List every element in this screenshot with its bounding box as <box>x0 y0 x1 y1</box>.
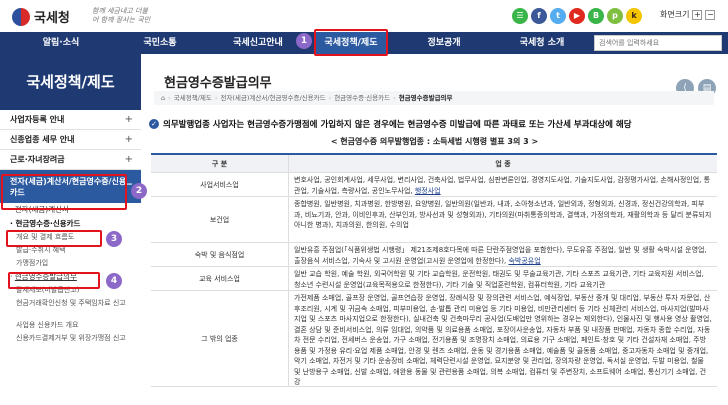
sidebar-item-label: 사업자등록 안내 <box>10 115 65 124</box>
slogan: 함께 세금내고 더불어 함께 잘사는 국민 <box>92 7 151 24</box>
plus-icon: + <box>124 114 133 125</box>
annotation-badge-2: 2 <box>131 183 147 199</box>
annotation-badge-4: 4 <box>106 273 122 289</box>
table-cell-category: 사업서비스업 <box>151 173 289 196</box>
section-heading: ✓ 의무발행업종 사업자는 현금영수증가맹점에 가입하지 않은 경우에는 현금영… <box>149 118 632 130</box>
table-cell-industry: 일반유흥 주점업(「식품위생법 시행령」 제21조제8호다목에 따른 단란주점영… <box>289 243 717 266</box>
breadcrumb-item[interactable]: 국세정책/제도 <box>174 94 212 102</box>
table-row: 보건업 종합병원, 일반병원, 치과병원, 한방병원, 요양병원, 일반의원(일… <box>151 197 717 243</box>
gnb-item-disclosure[interactable]: 정보공개 <box>402 32 486 54</box>
annotation-box-gnb <box>314 29 388 56</box>
industry-table: 구 분 업 종 사업서비스업 변호사업, 공인회계사업, 세무사업, 변리사업,… <box>151 153 717 387</box>
font-plus-button[interactable]: + <box>692 9 703 20</box>
breadcrumb-current: 현금영수증발급의무 <box>398 94 453 102</box>
table-cell-industry: 가전제품 소매업, 골프장 운영업, 골프연습장 운영업, 장례식장 및 장의관… <box>294 294 712 386</box>
gnb-item-about[interactable]: 국세청 소개 <box>498 32 586 54</box>
top-header: 국세청 함께 세금내고 더불어 함께 잘사는 국민 ☰ f t ▶ B p k … <box>0 0 728 32</box>
plus-icon: + <box>124 154 133 165</box>
annotation-box-issuance-duty <box>8 272 100 289</box>
page-title: 현금영수증발급의무 <box>164 76 272 91</box>
sidebar-subsub-merchant[interactable]: 가맹점가입 <box>0 257 141 270</box>
annotation-box-sidebar-active <box>1 174 127 210</box>
sns-links: ☰ f t ▶ B p k <box>512 8 642 24</box>
table-cell-industry: 종합병원, 일반병원, 치과병원, 한방병원, 요양병원, 일반의원(일반과, … <box>294 200 712 229</box>
home-icon[interactable]: ⌂ <box>161 94 165 102</box>
table-caption: < 현금영수증 의무발행업종 : 소득세법 시행령 별표 3의 3 > <box>330 137 539 146</box>
sidebar-sub-label: 현금영수증·신용카드 <box>15 219 81 228</box>
table-cell-category: 보건업 <box>151 197 289 242</box>
table-cell-industry: 일반 교습 학원, 예술 학원, 외국어학원 및 기타 교습학원, 운전학원, … <box>294 270 704 289</box>
blog-icon[interactable]: B <box>588 8 604 24</box>
annotation-badge-3: 3 <box>106 231 122 247</box>
table-row: 사업서비스업 변호사업, 공인회계사업, 세무사업, 변리사업, 건축사업, 법… <box>151 173 717 197</box>
breadcrumb-item[interactable]: 전자(세금)계산서/현금영수증/신용카드 <box>220 94 325 102</box>
table-cell-industry: 변호사업, 공인회계사업, 세무사업, 변리사업, 건축사업, 법무사업, 심판… <box>289 173 717 196</box>
industry-text: 일반유흥 주점업(「식품위생법 시행령」 제21조제8호다목에 따른 단란주점영… <box>294 246 707 265</box>
kakao-icon[interactable]: k <box>626 8 642 24</box>
industry-link[interactable]: 숙박공유업 <box>508 257 540 265</box>
check-icon: ✓ <box>149 119 159 129</box>
sidebar-subsub-business-card[interactable]: 사업용 신용카드 개요 <box>0 319 141 332</box>
taegeuk-logo-icon <box>12 7 30 26</box>
table-header: 구 분 업 종 <box>151 155 717 173</box>
table-cell-category: 숙박 및 음식점업 <box>151 243 289 266</box>
industry-link[interactable]: 행정사업 <box>415 187 441 195</box>
table-row: 그 밖의 업종 가전제품 소매업, 골프장 운영업, 골프연습장 운영업, 장례… <box>151 291 717 387</box>
post-icon[interactable]: p <box>607 8 623 24</box>
gnb-item-communication[interactable]: 국민소통 <box>120 32 200 54</box>
font-size-control: 화면크기 + − <box>660 9 716 20</box>
annotation-box-cash-receipt <box>6 230 102 247</box>
breadcrumb: ⌂ › 국세정책/제도 › 전자(세금)계산서/현금영수증/신용카드 › 현금영수증·신용카… <box>154 91 714 105</box>
table-header-category: 구 분 <box>151 155 289 172</box>
sidebar-item-new-business[interactable]: 신종업종 세무 안내 + <box>0 130 141 150</box>
sidebar-item-business-registration[interactable]: 사업자등록 안내 + <box>0 110 141 130</box>
logo-text: 국세청 <box>34 11 70 26</box>
table-cell-category: 그 밖의 업종 <box>151 291 289 386</box>
gnb-item-tax-report[interactable]: 국세신고안내 <box>212 32 304 54</box>
table-row: 교육 서비스업 일반 교습 학원, 예술 학원, 외국어학원 및 기타 교습학원… <box>151 267 717 291</box>
sidebar-title: 국세정책/제도 <box>0 54 141 110</box>
font-size-label: 화면크기 <box>660 10 690 19</box>
section-heading-text: 의무발행업종 사업자는 현금영수증가맹점에 가입하지 않은 경우에는 현금영수증… <box>163 120 632 130</box>
chat-icon[interactable]: ☰ <box>512 8 528 24</box>
gnb-item-news[interactable]: 알림·소식 <box>18 32 104 54</box>
breadcrumb-item[interactable]: 현금영수증·신용카드 <box>334 94 390 102</box>
sidebar-subsub-cash-transaction[interactable]: 현금거래확인신청 및 주택임차료 신고 <box>0 297 141 319</box>
facebook-icon[interactable]: f <box>531 8 547 24</box>
sidebar-sub-cash-receipt-card[interactable]: · 현금영수증·신용카드 <box>0 217 141 231</box>
table-header-industry: 업 종 <box>495 160 511 168</box>
industry-text: 변호사업, 공인회계사업, 세무사업, 변리사업, 건축사업, 법무사업, 심판… <box>294 176 711 195</box>
twitter-icon[interactable]: t <box>550 8 566 24</box>
annotation-badge-1: 1 <box>296 33 312 49</box>
nts-logo[interactable]: 국세청 <box>12 7 70 26</box>
table-cell-category: 교육 서비스업 <box>151 267 289 290</box>
font-minus-button[interactable]: − <box>705 9 716 20</box>
table-row: 숙박 및 음식점업 일반유흥 주점업(「식품위생법 시행령」 제21조제8호다목… <box>151 243 717 267</box>
youtube-icon[interactable]: ▶ <box>569 8 585 24</box>
plus-icon: + <box>124 134 133 145</box>
search-input[interactable] <box>594 35 722 51</box>
sidebar-item-label: 신종업종 세무 안내 <box>10 135 75 144</box>
sidebar-subsub-card-refusal[interactable]: 신용카드결제거부 및 위장가맹점 신고 <box>0 332 141 354</box>
main-content: 현금영수증발급의무 ⟨ ▤ ⌂ › 국세정책/제도 › 전자(세금)계산서/현금영수증/… <box>141 54 728 405</box>
sidebar-item-earned-income[interactable]: 근로·자녀장려금 + <box>0 150 141 170</box>
sidebar-item-label: 근로·자녀장려금 <box>10 155 65 164</box>
